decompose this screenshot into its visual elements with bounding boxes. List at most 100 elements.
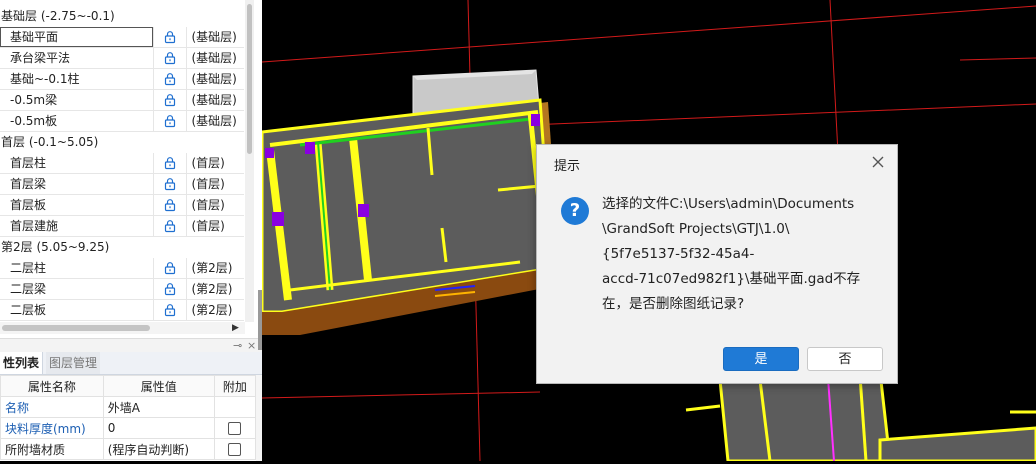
property-key: 名称 <box>0 396 104 418</box>
layer-name[interactable]: 首层柱 <box>0 153 153 173</box>
yes-button[interactable]: 是 <box>723 347 799 371</box>
layer-group-header[interactable]: 首层 (-0.1~5.05) <box>0 132 244 153</box>
layer-name[interactable]: 二层柱 <box>0 258 153 278</box>
property-key: 块料厚度(mm) <box>0 417 104 439</box>
dialog-message-line: {5f7e5137-5f32-45a4- <box>602 246 755 262</box>
lock-icon[interactable] <box>152 279 188 299</box>
property-attach-cell <box>213 438 257 460</box>
lock-icon[interactable] <box>152 69 188 89</box>
lock-icon[interactable] <box>152 258 188 278</box>
property-attach-cell <box>213 396 257 418</box>
beam-line <box>685 404 721 412</box>
layer-row[interactable]: 承台梁平法 (基础层) <box>0 48 244 69</box>
layer-name[interactable]: -0.5m梁 <box>0 90 153 110</box>
lock-icon[interactable] <box>152 90 188 110</box>
layer-floor-tag: (基础层) <box>191 93 237 107</box>
lock-icon[interactable] <box>152 174 188 194</box>
property-row: 所附墙材质 (程序自动判断) <box>0 438 257 460</box>
scrollbar-thumb[interactable] <box>247 4 252 154</box>
prompt-dialog: 提示 ? 选择的文件C:\Users\admin\Documents \Grand… <box>536 144 898 384</box>
layer-name[interactable]: -0.5m板 <box>0 111 153 131</box>
layer-row[interactable]: -0.5m板 (基础层) <box>0 111 244 132</box>
header-property-name: 属性名称 <box>0 375 104 397</box>
layer-row[interactable]: 首层板 (首层) <box>0 195 244 216</box>
column-block <box>305 142 315 154</box>
property-value[interactable]: 外墙A <box>102 396 215 418</box>
property-value[interactable]: 0 <box>102 417 215 439</box>
column-block <box>358 204 369 217</box>
property-row: 块料厚度(mm) 0 <box>0 417 257 439</box>
attach-checkbox[interactable] <box>228 421 242 435</box>
layer-list-horizontal-scrollbar[interactable]: ▶ <box>0 322 245 334</box>
layer-name[interactable]: 二层梁 <box>0 279 153 299</box>
layer-floor-tag: (基础层) <box>191 114 237 128</box>
panel-splitter: ⊸ × <box>0 338 262 352</box>
layer-name[interactable]: 首层建施 <box>0 216 153 236</box>
column-block <box>272 212 284 226</box>
axis-line <box>261 5 1036 63</box>
slab-lower-far <box>878 426 1036 463</box>
property-tabs: 性列表 图层管理 <box>0 352 262 375</box>
property-table: 属性名称 属性值 附加 名称 外墙A 块料厚度(mm) 0 所附墙材质 (程序自动判断) <box>0 375 257 460</box>
lock-icon[interactable] <box>152 27 188 47</box>
dialog-message-line: accd-71c07ed982f1}\基础平面.gad不存 <box>602 271 861 287</box>
header-property-value: 属性值 <box>102 375 215 397</box>
attach-checkbox[interactable] <box>228 442 242 456</box>
layer-row[interactable]: 基础~-0.1柱 (基础层) <box>0 69 244 90</box>
layer-floor-tag: (基础层) <box>191 51 237 65</box>
tab-layer-management[interactable]: 图层管理 <box>46 352 101 374</box>
left-panel: 基础层 (-2.75~-0.1) 基础平面 (基础层) 承台梁平法 (基础层) 基础~-0… <box>0 0 262 461</box>
lock-icon[interactable] <box>152 111 188 131</box>
dialog-message: 选择的文件C:\Users\admin\Documents \GrandSoft … <box>602 192 872 317</box>
column-block <box>265 148 274 158</box>
layer-floor-tag: (第2层) <box>191 282 233 296</box>
dialog-message-line: \GrandSoft Projects\GTJ\1.0\ <box>602 221 790 237</box>
layer-group-header[interactable]: 第2层 (5.05~9.25) <box>0 237 244 258</box>
header-attach: 附加 <box>213 375 257 397</box>
dialog-message-line: 在，是否删除图纸记录? <box>602 296 745 312</box>
dialog-message-line: 选择的文件C:\Users\admin\Documents <box>602 196 855 212</box>
lock-icon[interactable] <box>152 153 188 173</box>
layer-row[interactable]: 首层梁 (首层) <box>0 174 244 195</box>
lock-icon[interactable] <box>152 48 188 68</box>
layer-group-header[interactable]: 基础层 (-2.75~-0.1) <box>0 6 244 27</box>
scroll-right-arrow-icon[interactable]: ▶ <box>232 322 239 334</box>
layer-name[interactable]: 基础平面 <box>0 27 153 47</box>
axis-line <box>959 57 1036 61</box>
drawing-layer-list: 基础层 (-2.75~-0.1) 基础平面 (基础层) 承台梁平法 (基础层) 基础~-0… <box>0 6 244 321</box>
layer-name[interactable]: 二层板 <box>0 300 153 320</box>
tab-property-list[interactable]: 性列表 <box>0 352 44 374</box>
layer-name[interactable]: 首层梁 <box>0 174 153 194</box>
layer-floor-tag: (首层) <box>191 177 225 191</box>
layer-name[interactable]: 基础~-0.1柱 <box>0 69 153 89</box>
layer-row[interactable]: 二层柱 (第2层) <box>0 258 244 279</box>
layer-floor-tag: (基础层) <box>191 72 237 86</box>
no-button[interactable]: 否 <box>807 347 883 371</box>
layer-floor-tag: (首层) <box>191 219 225 233</box>
question-icon: ? <box>561 197 589 225</box>
layer-floor-tag: (第2层) <box>191 303 233 317</box>
layer-row[interactable]: 二层梁 (第2层) <box>0 279 244 300</box>
column-block <box>531 114 540 126</box>
layer-floor-tag: (首层) <box>191 156 225 170</box>
scrollbar-thumb[interactable] <box>2 325 150 331</box>
layer-name[interactable]: 首层板 <box>0 195 153 215</box>
close-panel-icon[interactable]: × <box>247 339 256 352</box>
layer-row[interactable]: 首层建施 (首层) <box>0 216 244 237</box>
property-attach-cell <box>213 417 257 439</box>
pin-icon[interactable]: ⊸ <box>233 339 242 352</box>
layer-list-vertical-scrollbar[interactable] <box>245 0 254 322</box>
layer-row[interactable]: 首层柱 (首层) <box>0 153 244 174</box>
lock-icon[interactable] <box>152 195 188 215</box>
property-value[interactable]: (程序自动判断) <box>102 438 215 460</box>
lock-icon[interactable] <box>152 300 188 320</box>
axis-line <box>261 391 541 399</box>
close-icon[interactable] <box>871 155 885 169</box>
layer-row[interactable]: 二层板 (第2层) <box>0 300 244 321</box>
layer-floor-tag: (基础层) <box>191 30 237 44</box>
property-row: 名称 外墙A <box>0 396 257 418</box>
layer-row[interactable]: -0.5m梁 (基础层) <box>0 90 244 111</box>
layer-row[interactable]: 基础平面 (基础层) <box>0 27 244 48</box>
layer-name[interactable]: 承台梁平法 <box>0 48 153 68</box>
lock-icon[interactable] <box>152 216 188 236</box>
